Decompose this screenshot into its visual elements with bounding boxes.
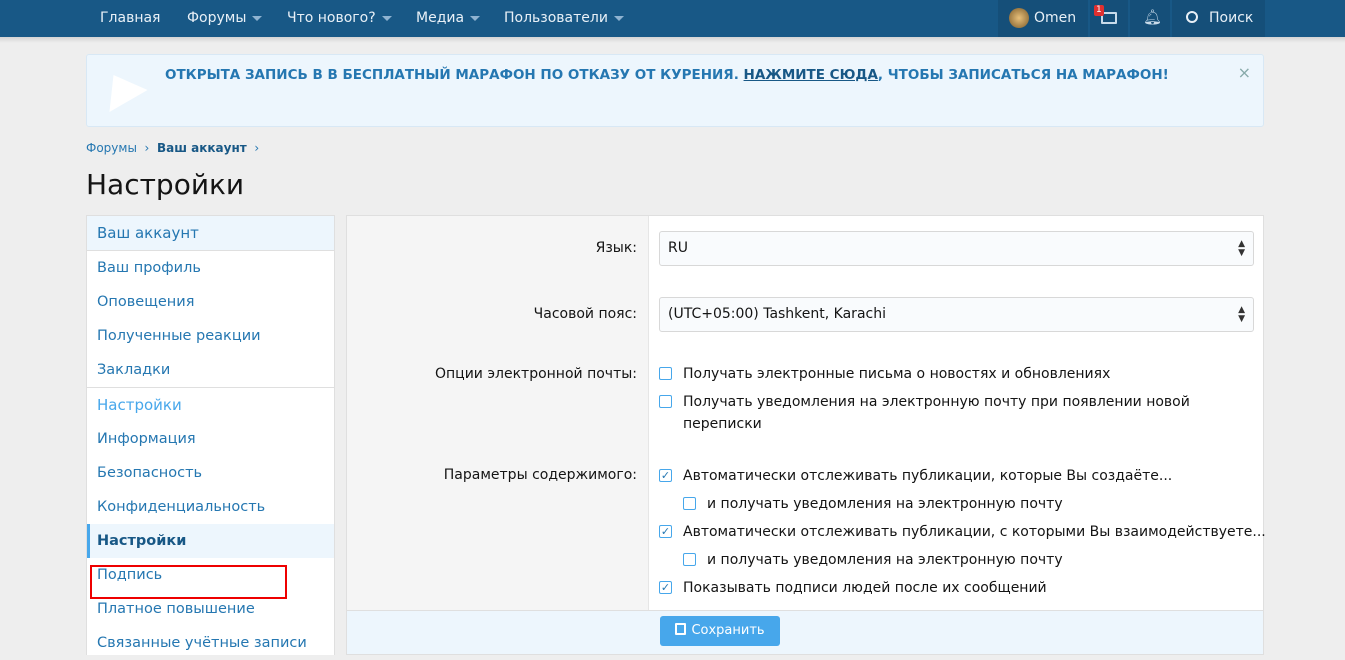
inbox-badge: 1: [1094, 5, 1104, 16]
language-select[interactable]: RU ▲ ▼: [659, 231, 1254, 266]
checkbox-label: и получать уведомления на электронную по…: [707, 496, 1063, 512]
checkmark-icon: ✓: [659, 469, 672, 482]
nav-media[interactable]: Медиа: [416, 0, 481, 37]
top-nav: Главная Форумы Что нового? Медиа Пользов…: [0, 0, 1345, 37]
language-label: Язык:: [595, 240, 637, 256]
nav-label: Главная: [100, 10, 161, 26]
email-news-checkbox[interactable]: Получать электронные письма о новостях и…: [659, 363, 1249, 385]
user-menu[interactable]: Omen: [998, 0, 1088, 37]
checkmark-icon: ✓: [659, 525, 672, 538]
sidebar-item-alerts[interactable]: Оповещения: [87, 285, 334, 319]
paper-plane-icon: [94, 64, 148, 112]
select-arrows-icon: ▲ ▼: [1238, 239, 1245, 258]
nav-label: Медиа: [416, 10, 465, 26]
label-column: [347, 216, 649, 654]
watch-interacted-checkbox[interactable]: ✓ Автоматически отслеживать публикации, с…: [659, 521, 1266, 543]
avatar: [1009, 8, 1029, 28]
select-arrows-icon: ▲ ▼: [1238, 305, 1245, 324]
chevron-down-icon: [381, 15, 392, 21]
breadcrumb-account[interactable]: Ваш аккаунт: [157, 141, 247, 155]
username: Omen: [1034, 10, 1077, 26]
save-label: Сохранить: [691, 623, 765, 638]
checkbox-label: Автоматически отслеживать публикации, с …: [683, 524, 1266, 540]
breadcrumb: Форумы › Ваш аккаунт ›: [86, 141, 260, 155]
content-options-label: Параметры содержимого:: [443, 467, 637, 483]
sidebar-item-bookmarks[interactable]: Закладки: [87, 353, 334, 387]
nav-whats-new[interactable]: Что нового?: [287, 0, 392, 37]
alerts-button[interactable]: 🔔︎: [1130, 0, 1170, 37]
form-footer: Сохранить: [346, 610, 1264, 655]
nav-forums[interactable]: Форумы: [187, 0, 263, 37]
inbox-button[interactable]: 1: [1090, 0, 1128, 37]
nav-shadow: [0, 37, 1345, 43]
email-options-label: Опции электронной почты:: [435, 366, 637, 382]
checkbox-icon: [683, 497, 696, 510]
checkbox-label: Автоматически отслеживать публикации, ко…: [683, 468, 1173, 484]
checkbox-icon: [659, 367, 672, 380]
bell-icon: 🔔︎: [1143, 8, 1163, 26]
sidebar-item-privacy[interactable]: Конфиденциальность: [87, 490, 334, 524]
sidebar-heading-account[interactable]: Ваш аккаунт: [87, 216, 334, 251]
highlight-box: [90, 565, 287, 599]
notice-link[interactable]: НАЖМИТЕ СЮДА: [744, 67, 878, 83]
page-title: Настройки: [86, 168, 245, 201]
show-signatures-checkbox[interactable]: ✓ Показывать подписи людей после их сообщ…: [659, 577, 1249, 599]
checkbox-label: Получать электронные письма о новостях и…: [683, 366, 1111, 382]
chevron-down-icon: [252, 15, 263, 21]
search-button[interactable]: Поиск: [1172, 0, 1265, 37]
sidebar-item-profile[interactable]: Ваш профиль: [87, 251, 334, 285]
settings-form: Язык: RU ▲ ▼ Часовой пояс: (UTC+05:00) Tas…: [346, 215, 1266, 655]
sidebar-heading-settings: Настройки: [87, 387, 334, 422]
breadcrumb-forums[interactable]: Форумы: [86, 141, 137, 155]
sidebar-item-preferences[interactable]: Настройки: [87, 524, 334, 558]
watch-created-checkbox[interactable]: ✓ Автоматически отслеживать публикации, к…: [659, 465, 1249, 487]
checkbox-icon: [659, 395, 672, 408]
checkbox-label: и получать уведомления на электронную по…: [707, 552, 1063, 568]
watch-interacted-email-checkbox[interactable]: и получать уведомления на электронную по…: [683, 549, 1273, 571]
timezone-label: Часовой пояс:: [533, 306, 637, 322]
sidebar-item-reactions[interactable]: Полученные реакции: [87, 319, 334, 353]
timezone-value: (UTC+05:00) Tashkent, Karachi: [668, 306, 886, 322]
email-conversation-checkbox[interactable]: Получать уведомления на электронную почт…: [659, 391, 1199, 435]
sidebar-item-security[interactable]: Безопасность: [87, 456, 334, 490]
save-button[interactable]: Сохранить: [660, 616, 780, 646]
nav-label: Форумы: [187, 10, 247, 26]
checkbox-label: Получать уведомления на электронную почт…: [683, 394, 1190, 432]
checkbox-icon: [683, 553, 696, 566]
notice-text: ОТКРЫТА ЗАПИСЬ В В БЕСПЛАТНЫЙ МАРАФОН ПО…: [165, 67, 1169, 83]
notice-text-1: ОТКРЫТА ЗАПИСЬ В В БЕСПЛАТНЫЙ МАРАФОН ПО…: [165, 67, 744, 83]
checkmark-icon: ✓: [659, 581, 672, 594]
nav-home[interactable]: Главная: [100, 0, 160, 37]
timezone-select[interactable]: (UTC+05:00) Tashkent, Karachi ▲ ▼: [659, 297, 1254, 332]
chevron-down-icon: [470, 15, 481, 21]
search-icon: [1186, 11, 1198, 23]
save-icon: [675, 623, 687, 635]
sidebar-item-info[interactable]: Информация: [87, 422, 334, 456]
nav-users[interactable]: Пользователи: [504, 0, 624, 37]
notice-text-2: , ЧТОБЫ ЗАПИСАТЬСЯ НА МАРАФОН!: [877, 67, 1169, 83]
close-icon[interactable]: ×: [1238, 63, 1251, 82]
nav-label: Пользователи: [504, 10, 608, 26]
search-label: Поиск: [1209, 10, 1254, 26]
chevron-down-icon: [613, 15, 624, 21]
watch-created-email-checkbox[interactable]: и получать уведомления на электронную по…: [683, 493, 1273, 515]
nav-label: Что нового?: [287, 10, 376, 26]
notice-banner: ОТКРЫТА ЗАПИСЬ В В БЕСПЛАТНЫЙ МАРАФОН ПО…: [86, 54, 1264, 127]
checkbox-label: Показывать подписи людей после их сообще…: [683, 580, 1047, 596]
language-value: RU: [668, 240, 688, 256]
